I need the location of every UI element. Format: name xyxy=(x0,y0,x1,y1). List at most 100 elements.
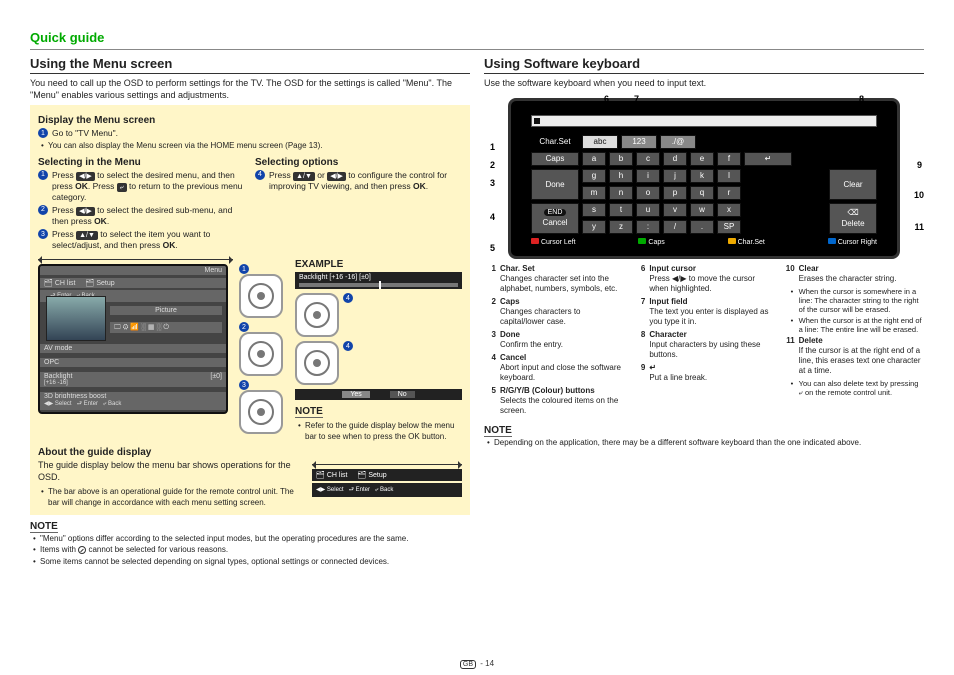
kb-key[interactable]: a xyxy=(582,152,606,166)
red-icon xyxy=(531,238,539,244)
kb-key[interactable]: n xyxy=(609,186,633,200)
kb-key[interactable]: z xyxy=(609,220,633,234)
about-text: The guide display below the menu bar sho… xyxy=(38,460,304,483)
kb-charset-label: Char.Set xyxy=(531,135,579,149)
note-label: NOTE xyxy=(30,521,58,533)
kb-key[interactable]: s xyxy=(582,203,606,217)
kb-key[interactable]: k xyxy=(690,169,714,183)
step: 3Press ▲/▼ to select the item you want t… xyxy=(38,229,245,251)
guide-bar-ex2: ◀▶ Select ⮐ Enter ⤶ Back xyxy=(312,483,462,497)
note-line: You can also display the Menu screen via… xyxy=(38,141,462,151)
step: 4Press ▲/▼ or ◀/▶ to configure the contr… xyxy=(255,170,462,192)
kb-done[interactable]: Done xyxy=(531,169,579,200)
guide-bar-ex: 🗂 CH list🗂 Setup xyxy=(312,469,462,481)
kb-key[interactable]: v xyxy=(663,203,687,217)
kb-key[interactable]: j xyxy=(663,169,687,183)
kb-key[interactable]: l xyxy=(717,169,741,183)
kb-delete[interactable]: ⌫Delete xyxy=(829,203,877,234)
step: 1Press ◀/▶ to select the desired menu, a… xyxy=(38,170,245,203)
kb-enter[interactable]: ↵ xyxy=(744,152,792,166)
kb-key[interactable]: x xyxy=(717,203,741,217)
left-column: Using the Menu screen You need to call u… xyxy=(30,56,470,568)
kb-key[interactable]: i xyxy=(636,169,660,183)
intro-text: You need to call up the OSD to perform s… xyxy=(30,78,470,101)
right-column: Using Software keyboard Use the software… xyxy=(484,56,924,568)
prohibit-icon xyxy=(78,546,86,554)
note-label: NOTE xyxy=(484,425,512,437)
kb-key[interactable]: u xyxy=(636,203,660,217)
kb-input-field[interactable] xyxy=(531,115,877,127)
arrow-ud-icon: ▲/▼ xyxy=(293,172,315,181)
arrow-ud-icon: ▲/▼ xyxy=(76,231,98,240)
arrow-lr-icon: ◀/▶ xyxy=(76,207,95,216)
heading-software-kb: Using Software keyboard xyxy=(484,56,924,74)
kb-key[interactable]: m xyxy=(582,186,606,200)
kb-key[interactable]: p xyxy=(663,186,687,200)
section-title: Quick guide xyxy=(30,30,924,45)
end-icon: END xyxy=(544,209,567,216)
mid-note: Refer to the guide display below the men… xyxy=(295,421,462,442)
kb-key[interactable]: w xyxy=(690,203,714,217)
arrow-span xyxy=(312,464,462,465)
sub-display: Display the Menu screen xyxy=(38,115,462,126)
kb-key-space[interactable]: SP xyxy=(717,220,741,234)
step: 1Go to "TV Menu". xyxy=(38,128,462,139)
kb-key[interactable]: y xyxy=(582,220,606,234)
return-icon: ⤶ xyxy=(117,183,127,192)
kb-key[interactable]: / xyxy=(663,220,687,234)
controlpad-icon xyxy=(295,341,339,385)
keyboard-diagram: 6 7 8 1 2 3 4 5 9 10 11 Char.Set abc 123… xyxy=(484,98,924,259)
kb-tab-abc[interactable]: abc xyxy=(582,135,618,149)
kb-key[interactable]: b xyxy=(609,152,633,166)
kb-cancel[interactable]: ENDCancel xyxy=(531,203,579,234)
tv-diagram: Menu 🗂 CH list🗂 Setup ⮐ Enter ⤶ Back Pic… xyxy=(38,264,228,414)
backspace-icon: ⌫ xyxy=(847,208,858,217)
kb-key[interactable]: . xyxy=(690,220,714,234)
sub-bullet: You can also delete text by pressing ⤶ o… xyxy=(783,379,924,398)
yellow-icon xyxy=(728,238,736,244)
kb-tab-sym[interactable]: ./@ xyxy=(660,135,696,149)
kb-key[interactable]: t xyxy=(609,203,633,217)
region-icon: GB xyxy=(460,660,476,669)
kb-tab-123[interactable]: 123 xyxy=(621,135,657,149)
controlpad-icon xyxy=(239,390,283,434)
intro-text: Use the software keyboard when you need … xyxy=(484,78,924,90)
kb-hints: Cursor Left Caps Char.Set Cursor Right xyxy=(531,238,877,246)
rule xyxy=(30,49,924,50)
note-item: Depending on the application, there may … xyxy=(484,438,924,448)
input-cursor-icon xyxy=(534,118,540,124)
def-col-2: 6Input cursorPress ◀/▶ to move the curso… xyxy=(633,263,774,419)
slider-example: Backlight [+16 -16] [±0] xyxy=(295,272,462,289)
def-col-3: 10ClearErases the character string. When… xyxy=(783,263,924,419)
arrow-span xyxy=(38,259,233,260)
kb-key[interactable]: q xyxy=(690,186,714,200)
kb-key[interactable]: e xyxy=(690,152,714,166)
blue-icon xyxy=(828,238,836,244)
kb-key[interactable]: r xyxy=(717,186,741,200)
controlpad-icon xyxy=(239,332,283,376)
controlpad-icon xyxy=(239,274,283,318)
about-heading: About the guide display xyxy=(38,447,462,458)
heading-menu-screen: Using the Menu screen xyxy=(30,56,470,74)
yesno-example: YesNo xyxy=(295,389,462,400)
kb-key[interactable]: d xyxy=(663,152,687,166)
yellow-panel: Display the Menu screen 1Go to "TV Menu"… xyxy=(30,105,470,515)
kb-key[interactable]: h xyxy=(609,169,633,183)
kb-key[interactable]: o xyxy=(636,186,660,200)
kb-key[interactable]: : xyxy=(636,220,660,234)
kb-key[interactable]: f xyxy=(717,152,741,166)
arrow-lr-icon: ◀/▶ xyxy=(76,172,95,181)
note-item: Items with cannot be selected for variou… xyxy=(30,545,470,555)
kb-key[interactable]: c xyxy=(636,152,660,166)
sub-sel-options: Selecting options xyxy=(255,157,462,168)
kb-clear[interactable]: Clear xyxy=(829,169,877,200)
step: 2Press ◀/▶ to select the desired sub-men… xyxy=(38,205,245,227)
bullet: The bar above is an operational guide fo… xyxy=(38,487,304,508)
example-label: EXAMPLE xyxy=(295,259,462,270)
sub-selecting: Selecting in the Menu xyxy=(38,157,245,168)
kb-key[interactable]: g xyxy=(582,169,606,183)
note-label: NOTE xyxy=(295,406,323,418)
sub-bullet: When the cursor is at the right end of a… xyxy=(783,316,924,335)
kb-caps[interactable]: Caps xyxy=(531,152,579,166)
sub-bullet: When the cursor is somewhere in a line: … xyxy=(783,287,924,315)
